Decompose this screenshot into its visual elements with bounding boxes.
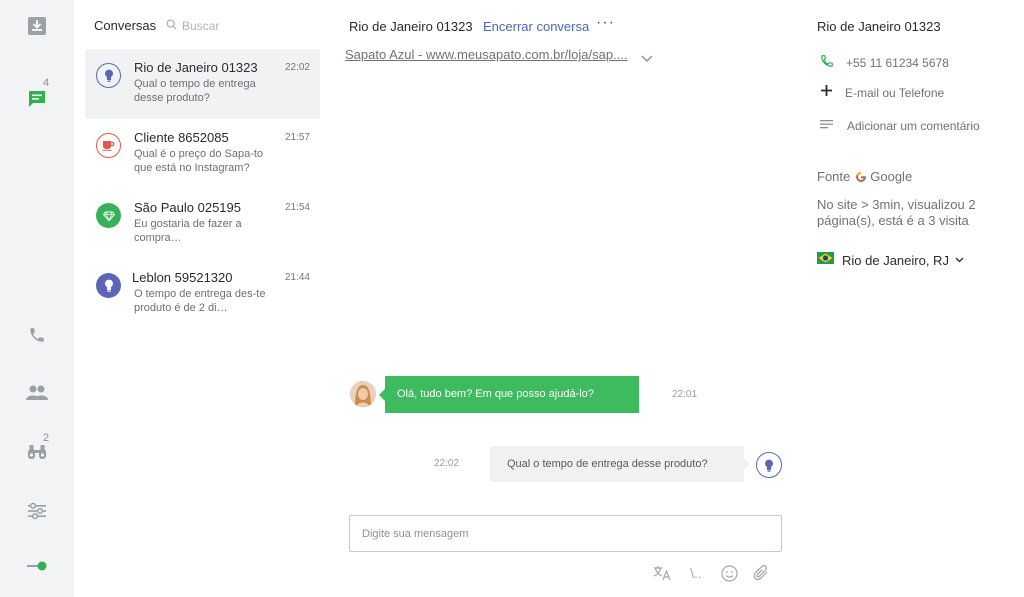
conversation-item-leblon[interactable]: Leblon 59521320 21:44 O tempo de entrega…: [85, 259, 320, 329]
add-comment-row[interactable]: Adicionar um comentário: [820, 118, 980, 134]
search-input[interactable]: [182, 19, 302, 33]
status-toggle-icon[interactable]: [24, 553, 50, 579]
chat-icon[interactable]: [24, 86, 50, 112]
source-row: Fonte Google: [817, 169, 912, 184]
agent-avatar: [350, 381, 376, 407]
shortcut-icon[interactable]: \..: [685, 563, 707, 583]
source-name: Google: [870, 169, 913, 184]
search-icon: [166, 17, 177, 35]
sliders-icon[interactable]: [24, 498, 50, 524]
location-selector[interactable]: Rio de Janeiro, RJ: [817, 251, 964, 269]
list-header: Conversas: [74, 0, 332, 50]
search-box[interactable]: [166, 17, 316, 35]
add-contact-label: E-mail ou Telefone: [845, 86, 945, 100]
conversation-item-rio-de-janeiro[interactable]: Rio de Janeiro 01323 22:02 Qual o tempo …: [85, 49, 320, 119]
add-comment-label: Adicionar um comentário: [847, 119, 980, 133]
conversation-item-sao-paulo[interactable]: São Paulo 025195 21:54 Eu gostaria de fa…: [85, 189, 320, 259]
phone-row[interactable]: +55 11 61234 5678: [820, 54, 949, 73]
chat-title: Rio de Janeiro 01323: [349, 19, 473, 34]
list-title: Conversas: [94, 18, 157, 33]
conversation-name: Cliente 8652085: [134, 130, 229, 145]
conversation-time: 21:54: [284, 202, 310, 213]
chat-badge: 4: [43, 77, 50, 89]
agent-message-bubble: Olá, tudo bem? Em que posso ajudá-lo?: [379, 376, 639, 413]
conversation-preview: Qual o tempo de entrega desse produto?: [134, 78, 256, 104]
conversation-name: Rio de Janeiro 01323: [134, 60, 258, 75]
more-options-button[interactable]: ···: [596, 14, 615, 32]
conversation-time: 22:02: [284, 62, 310, 73]
conversation-preview: Eu gostaria de fazer a compra…: [134, 218, 242, 244]
left-rail: 4 2: [0, 0, 74, 597]
attach-icon[interactable]: [750, 563, 772, 583]
brazil-flag-icon: [817, 251, 834, 269]
conversation-preview: Qual é o preço do Sapa-to que está no In…: [134, 148, 264, 174]
chevron-down-icon[interactable]: [641, 50, 653, 68]
conversation-name: Leblon 59521320: [132, 270, 233, 285]
phone-number: +55 11 61234 5678: [846, 56, 949, 70]
details-title: Rio de Janeiro 01323: [817, 19, 941, 34]
lightbulb-icon: [96, 273, 121, 298]
add-contact-row[interactable]: E-mail ou Telefone: [820, 85, 944, 101]
google-icon: [856, 171, 867, 182]
contacts-badge: 2: [43, 432, 50, 444]
inbox-icon[interactable]: [24, 13, 50, 39]
phone-icon: [820, 54, 834, 73]
chat-panel: Rio de Janeiro 01323 Encerrar conversa ·…: [332, 0, 800, 597]
conversation-list: Conversas Rio de Janeiro 01323 22:02 Qua…: [74, 0, 332, 597]
conversation-name: São Paulo 025195: [134, 200, 241, 215]
source-label: Fonte: [817, 169, 851, 184]
phone-icon[interactable]: [24, 322, 50, 348]
conversation-preview: O tempo de entrega des-te produto é de 2…: [134, 288, 266, 314]
end-conversation-link[interactable]: Encerrar conversa: [483, 19, 589, 34]
product-link[interactable]: Sapato Azul - www.meusapato.com.br/loja/…: [345, 47, 628, 62]
contact-details-panel: Rio de Janeiro 01323 +55 11 61234 5678 E…: [800, 0, 1024, 597]
people-icon[interactable]: [24, 380, 50, 406]
translate-icon[interactable]: [652, 563, 674, 583]
chevron-down-icon: [955, 257, 964, 263]
conversation-time: 21:44: [284, 272, 310, 283]
diamond-icon: [96, 203, 121, 228]
agent-message-time: 22:01: [672, 389, 698, 400]
location-label: Rio de Janeiro, RJ: [842, 252, 949, 268]
plus-icon: [820, 84, 833, 102]
comment-icon: [820, 117, 833, 135]
message-input[interactable]: [349, 515, 782, 552]
emoji-icon[interactable]: [718, 563, 740, 583]
user-message-bubble: Qual o tempo de entrega desse produto?: [490, 446, 750, 482]
cup-icon: [96, 133, 121, 158]
user-message-time: 22:02: [434, 458, 460, 469]
lightbulb-icon: [756, 452, 782, 478]
lightbulb-icon: [96, 63, 121, 88]
conversation-time: 21:57: [284, 132, 310, 143]
visit-info: No site > 3min, visualizou 2 página(s), …: [817, 197, 976, 228]
conversation-item-cliente[interactable]: Cliente 8652085 21:57 Qual é o preço do …: [85, 119, 320, 189]
